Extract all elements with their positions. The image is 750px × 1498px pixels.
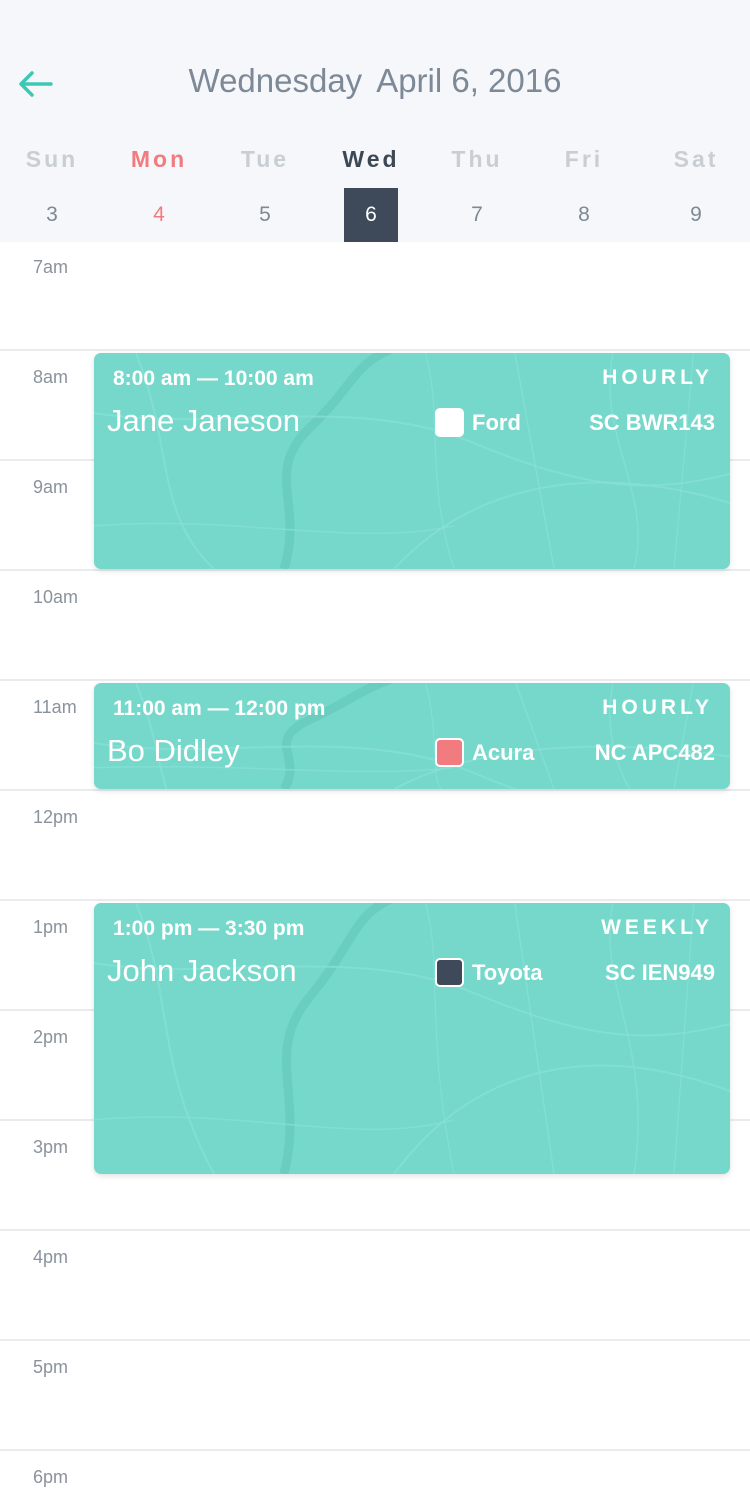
weekday-label-fri: Fri (564, 146, 604, 172)
map-background (94, 903, 730, 1174)
hour-label: 4pm (33, 1247, 69, 1267)
weekday-label-mon: Mon (130, 146, 188, 172)
weekday-label-sun: Sun (25, 146, 79, 172)
booking-customer-name: John Jackson (107, 953, 297, 988)
hour-divider (0, 679, 750, 681)
hour-divider (0, 789, 750, 791)
day-number-6[interactable]: 6 (344, 188, 398, 242)
weekday-label-sat: Sat (673, 146, 719, 172)
day-number-4[interactable]: 4 (132, 188, 186, 242)
booking-time: 1:00 pm — 3:30 pm (113, 917, 305, 940)
weekday-label-wed: Wed (342, 146, 400, 172)
day-number-8[interactable]: 8 (557, 188, 611, 242)
hour-divider (0, 899, 750, 901)
hour-label: 1pm (33, 917, 69, 937)
booking-customer-name: Jane Janeson (107, 403, 301, 438)
hour-divider (0, 1449, 750, 1451)
license-plate: SC BWR143 (589, 410, 715, 435)
vehicle-make: Ford (472, 410, 521, 435)
vehicle-make: Toyota (472, 960, 543, 985)
hour-divider (0, 569, 750, 571)
vehicle-make: Acura (472, 740, 535, 765)
hour-label: 9am (33, 477, 69, 497)
booking-customer-name: Bo Didley (107, 733, 240, 768)
day-number-5[interactable]: 5 (238, 188, 292, 242)
hour-label: 7am (33, 257, 69, 277)
booking-type: HOURLY (602, 366, 713, 389)
hour-label: 12pm (33, 807, 79, 827)
day-number-9[interactable]: 9 (669, 188, 723, 242)
hour-label: 5pm (33, 1357, 69, 1377)
hour-divider (0, 349, 750, 351)
hour-divider (0, 1229, 750, 1231)
hour-divider (0, 1339, 750, 1341)
weekday-label-thu: Thu (451, 146, 503, 172)
vehicle-color-swatch (435, 408, 464, 437)
hour-label: 8am (33, 367, 69, 387)
hour-label: 6pm (33, 1467, 69, 1487)
calendar-header: Wednesday April 6, 2016 Sun 3 Mon 4 Tue 5 Wed 6 T… (0, 0, 750, 242)
hour-label: 3pm (33, 1137, 69, 1157)
booking-card[interactable]: 8:00 am — 10:00 am HOURLY Jane Janeson Ford… (94, 353, 730, 569)
title-date: April 6, 2016 (376, 62, 562, 99)
hour-label: 11am (33, 697, 77, 717)
booking-time: 8:00 am — 10:00 am (113, 367, 314, 390)
booking-card[interactable]: 1:00 pm — 3:30 pm WEEKLY John Jackson Toyot… (94, 903, 730, 1174)
vehicle-color-swatch (435, 958, 464, 987)
vehicle-color-swatch (435, 738, 464, 767)
title-weekday: Wednesday (188, 62, 363, 99)
page-title: Wednesday April 6, 2016 (0, 62, 750, 100)
weekday-label-tue: Tue (240, 146, 290, 172)
day-number-3[interactable]: 3 (25, 188, 79, 242)
hour-label: 2pm (33, 1027, 69, 1047)
booking-type: WEEKLY (601, 916, 713, 939)
booking-card[interactable]: 11:00 am — 12:00 pm HOURLY Bo Didley Acura N… (94, 683, 730, 789)
license-plate: SC IEN949 (604, 960, 715, 985)
booking-type: HOURLY (602, 696, 713, 719)
booking-time: 11:00 am — 12:00 pm (113, 697, 326, 720)
hour-label: 10am (33, 587, 79, 607)
day-number-7[interactable]: 7 (450, 188, 504, 242)
license-plate: NC APC482 (594, 740, 715, 765)
